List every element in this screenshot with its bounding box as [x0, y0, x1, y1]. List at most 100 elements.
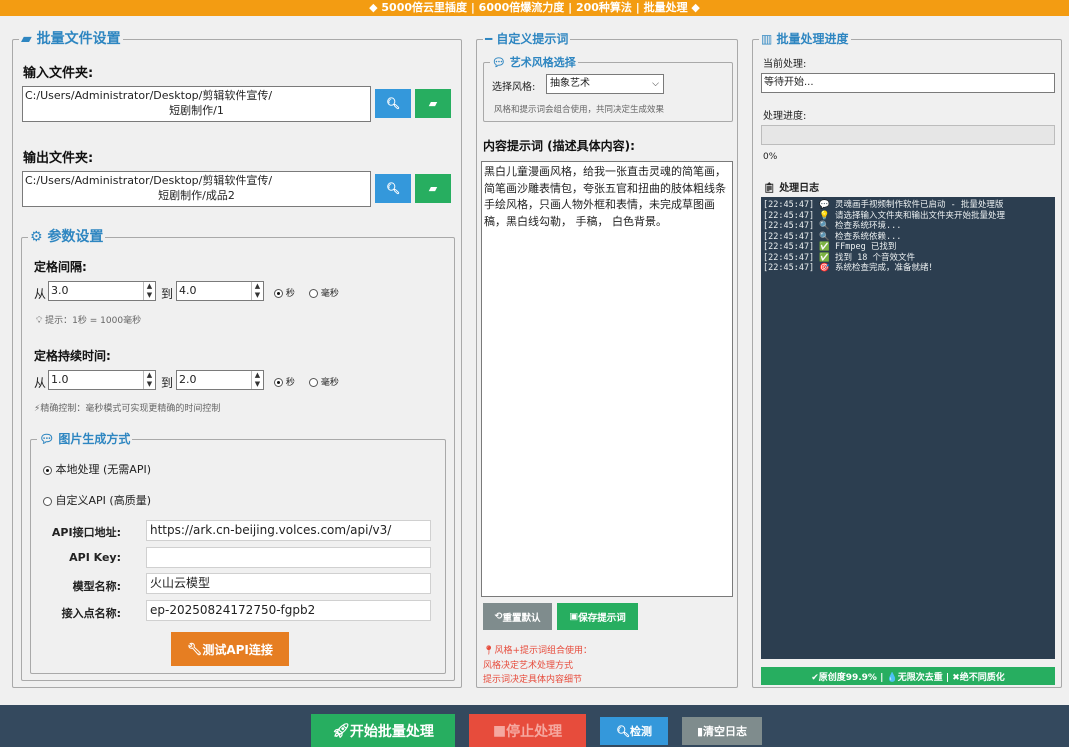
unit-sec-label: 秒 [285, 289, 295, 299]
minus-icon: ━ [485, 32, 497, 46]
radio-icon[interactable] [309, 289, 318, 298]
spinner-arrows-icon[interactable]: ▲ ▼ [143, 371, 155, 389]
endpoint-name-field[interactable]: ep-20250824172750-fgpb2 [146, 600, 431, 621]
imagegen-legend: 💬︎ 图片生成方式 [37, 432, 133, 447]
save-prompt-button[interactable]: ▣ 保存提示词 [557, 603, 638, 630]
search-icon: 🔍︎ [386, 182, 400, 195]
duration-label: 定格持续时间: [34, 349, 111, 363]
prompt-tip-2: 风格决定艺术处理方式 [483, 661, 574, 671]
duration-from-spinner[interactable]: 1.0 ▲ ▼ [48, 370, 156, 390]
radio-icon[interactable] [309, 378, 318, 387]
log-line: [22:45:47] 🎯 系统检查完成，准备就绪！ [763, 263, 937, 273]
duration-to-value: 2.0 [179, 373, 197, 386]
reset-icon: ⟲ [494, 611, 503, 622]
imagegen-title: 图片生成方式 [58, 432, 131, 446]
duration-hint: ⚡精确控制：毫秒模式可实现更精确的时间控制 [34, 404, 221, 414]
log-line: [22:45:47] 💬 灵魂画手视频制作软件已启动 - 批量处理版 [763, 200, 1004, 210]
detect-button[interactable]: 🔍︎ 检测 [600, 717, 668, 745]
interval-label: 定格间隔: [34, 260, 87, 274]
start-batch-button[interactable]: 🚀︎ 开始批量处理 [311, 714, 455, 747]
params-group: ⚙ 参数设置 定格间隔: 从 3.0 ▲ ▼ 到 4.0 ▲ ▼ 秒 毫秒 💡︎ 提示：… [21, 229, 455, 681]
interval-from-spinner[interactable]: 3.0 ▲ ▼ [48, 281, 156, 301]
progress-legend: ▥ 批量处理进度 [759, 32, 851, 47]
duration-unit-ms[interactable]: 毫秒 [309, 375, 339, 388]
api-url-field[interactable]: https://ark.cn-beijing.volces.com/api/v3… [146, 520, 431, 541]
interval-to-value: 4.0 [179, 284, 197, 297]
style-hint: 风格和提示词会组合使用，共同决定生成效果 [494, 105, 665, 115]
output-browse-button[interactable]: 🔍︎ [375, 174, 411, 203]
log-line: [22:45:47] 🔍 检查系统依赖... [763, 231, 902, 242]
input-browse-button[interactable]: 🔍︎ [375, 89, 411, 118]
local-mode-radio[interactable]: 本地处理 (无需API) [43, 461, 151, 477]
style-label: 选择风格: [492, 82, 536, 93]
model-name-field[interactable]: 火山云模型 [146, 573, 431, 594]
style-select[interactable]: 抽象艺术 ⌵ [546, 74, 664, 94]
radio-icon[interactable] [274, 378, 283, 387]
interval-from-label: 从 [34, 287, 47, 301]
style-group: 💬︎ 艺术风格选择 选择风格: 抽象艺术 ⌵ 风格和提示词会组合使用，共同决定生成… [483, 55, 733, 122]
stop-button[interactable]: ■ 停止处理 [469, 714, 586, 747]
output-folder-label: 输出文件夹: [23, 151, 94, 166]
spinner-arrows-icon[interactable]: ▲ ▼ [251, 282, 263, 300]
log-label-text: 处理日志 [779, 183, 820, 194]
endpoint-name-label: 接入点名称: [61, 607, 121, 620]
unit-sec-label: 秒 [285, 378, 295, 388]
radio-icon[interactable] [43, 465, 52, 475]
test-api-button[interactable]: 🔧︎ 测试API连接 [171, 632, 289, 666]
gear-icon: ⚙ [30, 229, 48, 245]
prompt-tip-3: 提示词决定具体内容细节 [483, 675, 583, 685]
current-processing-label: 当前处理: [763, 59, 807, 70]
duration-to-spinner[interactable]: 2.0 ▲ ▼ [176, 370, 264, 390]
api-key-field[interactable] [146, 547, 431, 568]
reset-default-button[interactable]: ⟲ 重置默认 [483, 603, 552, 630]
content-prompt-textarea[interactable]: 黑白儿童漫画风格，给我一张直击灵魂的简笔画，简笔画沙雕表情包，夸张五官和扭曲的肢… [481, 161, 733, 597]
folder-open-icon: ▰ [428, 97, 438, 110]
spinner-arrows-icon[interactable]: ▲ ▼ [251, 371, 263, 389]
bottom-action-bar: 🚀︎ 开始批量处理 ■ 停止处理 🔍︎ 检测 ▮ 清空日志 [0, 705, 1069, 747]
custom-api-radio[interactable]: 自定义API (高质量) [43, 492, 151, 508]
log-label: 📋︎ 处理日志 [763, 179, 819, 194]
spinner-arrows-icon[interactable]: ▲ ▼ [143, 282, 155, 300]
top-banner: ◆ 5000倍云里插度 | 6000倍爆流力度 | 200种算法 | 批量处理 … [0, 0, 1069, 16]
input-path-line1: C:/Users/Administrator/Desktop/剪辑软件宣传/ [25, 89, 273, 102]
chevron-down-icon: ⌵ [652, 79, 659, 89]
batch-settings-legend: ▰ 批量文件设置 [19, 31, 123, 48]
log-console[interactable]: [22:45:47] 💬 灵魂画手视频制作软件已启动 - 批量处理版 [22:45… [761, 197, 1055, 659]
duration-unit-sec[interactable]: 秒 [274, 375, 295, 388]
duration-to-label: 到 [161, 376, 174, 390]
api-key-label: API Key: [69, 551, 121, 564]
output-path-line1: C:/Users/Administrator/Desktop/剪辑软件宣传/ [25, 174, 273, 187]
prompt-title: 自定义提示词 [496, 32, 569, 46]
style-legend: 💬︎ 艺术风格选择 [490, 55, 578, 70]
imagegen-group: 💬︎ 图片生成方式 本地处理 (无需API) 自定义API (高质量) API接… [30, 432, 446, 674]
clear-log-button[interactable]: ▮ 清空日志 [682, 717, 762, 745]
output-folder-path[interactable]: C:/Users/Administrator/Desktop/剪辑软件宣传/ 短… [22, 171, 371, 207]
interval-unit-ms[interactable]: 毫秒 [309, 286, 339, 299]
progress-group: ▥ 批量处理进度 当前处理: 等待开始... 处理进度: 0% 📋︎ 处理日志 … [752, 32, 1062, 688]
interval-to-spinner[interactable]: 4.0 ▲ ▼ [176, 281, 264, 301]
progress-label: 处理进度: [763, 111, 807, 122]
radio-icon[interactable] [274, 289, 283, 298]
progress-bar [761, 125, 1055, 145]
input-path-line2: 短剧制作/1 [169, 104, 224, 117]
clipboard-icon: 📋︎ [763, 183, 780, 194]
folder-icon: ▰ [21, 31, 37, 47]
stop-icon: ■ [492, 723, 507, 739]
save-icon: ▣ [569, 611, 579, 622]
log-line: [22:45:47] 🔍 检查系统环境... [763, 221, 902, 231]
chart-icon: ▥ [761, 32, 777, 46]
prompt-tip-1: 📍︎风格+提示词组合使用： [483, 643, 592, 656]
tip1-text: 风格+提示词组合使用： [494, 646, 592, 656]
duration-from-value: 1.0 [51, 373, 69, 386]
radio-icon[interactable] [43, 496, 52, 506]
input-folder-path[interactable]: C:/Users/Administrator/Desktop/剪辑软件宣传/ 短… [22, 86, 371, 122]
interval-unit-sec[interactable]: 秒 [274, 286, 295, 299]
current-processing-field: 等待开始... [761, 73, 1055, 93]
unit-ms-label: 毫秒 [320, 378, 339, 388]
input-open-folder-button[interactable]: ▰ [415, 89, 451, 118]
log-line: [22:45:47] ✅ 找到 18 个音效文件 [763, 252, 915, 263]
reset-label: 重置默认 [502, 612, 541, 624]
output-open-folder-button[interactable]: ▰ [415, 174, 451, 203]
unit-ms-label: 毫秒 [320, 289, 339, 299]
params-legend: ⚙ 参数设置 [28, 229, 106, 246]
